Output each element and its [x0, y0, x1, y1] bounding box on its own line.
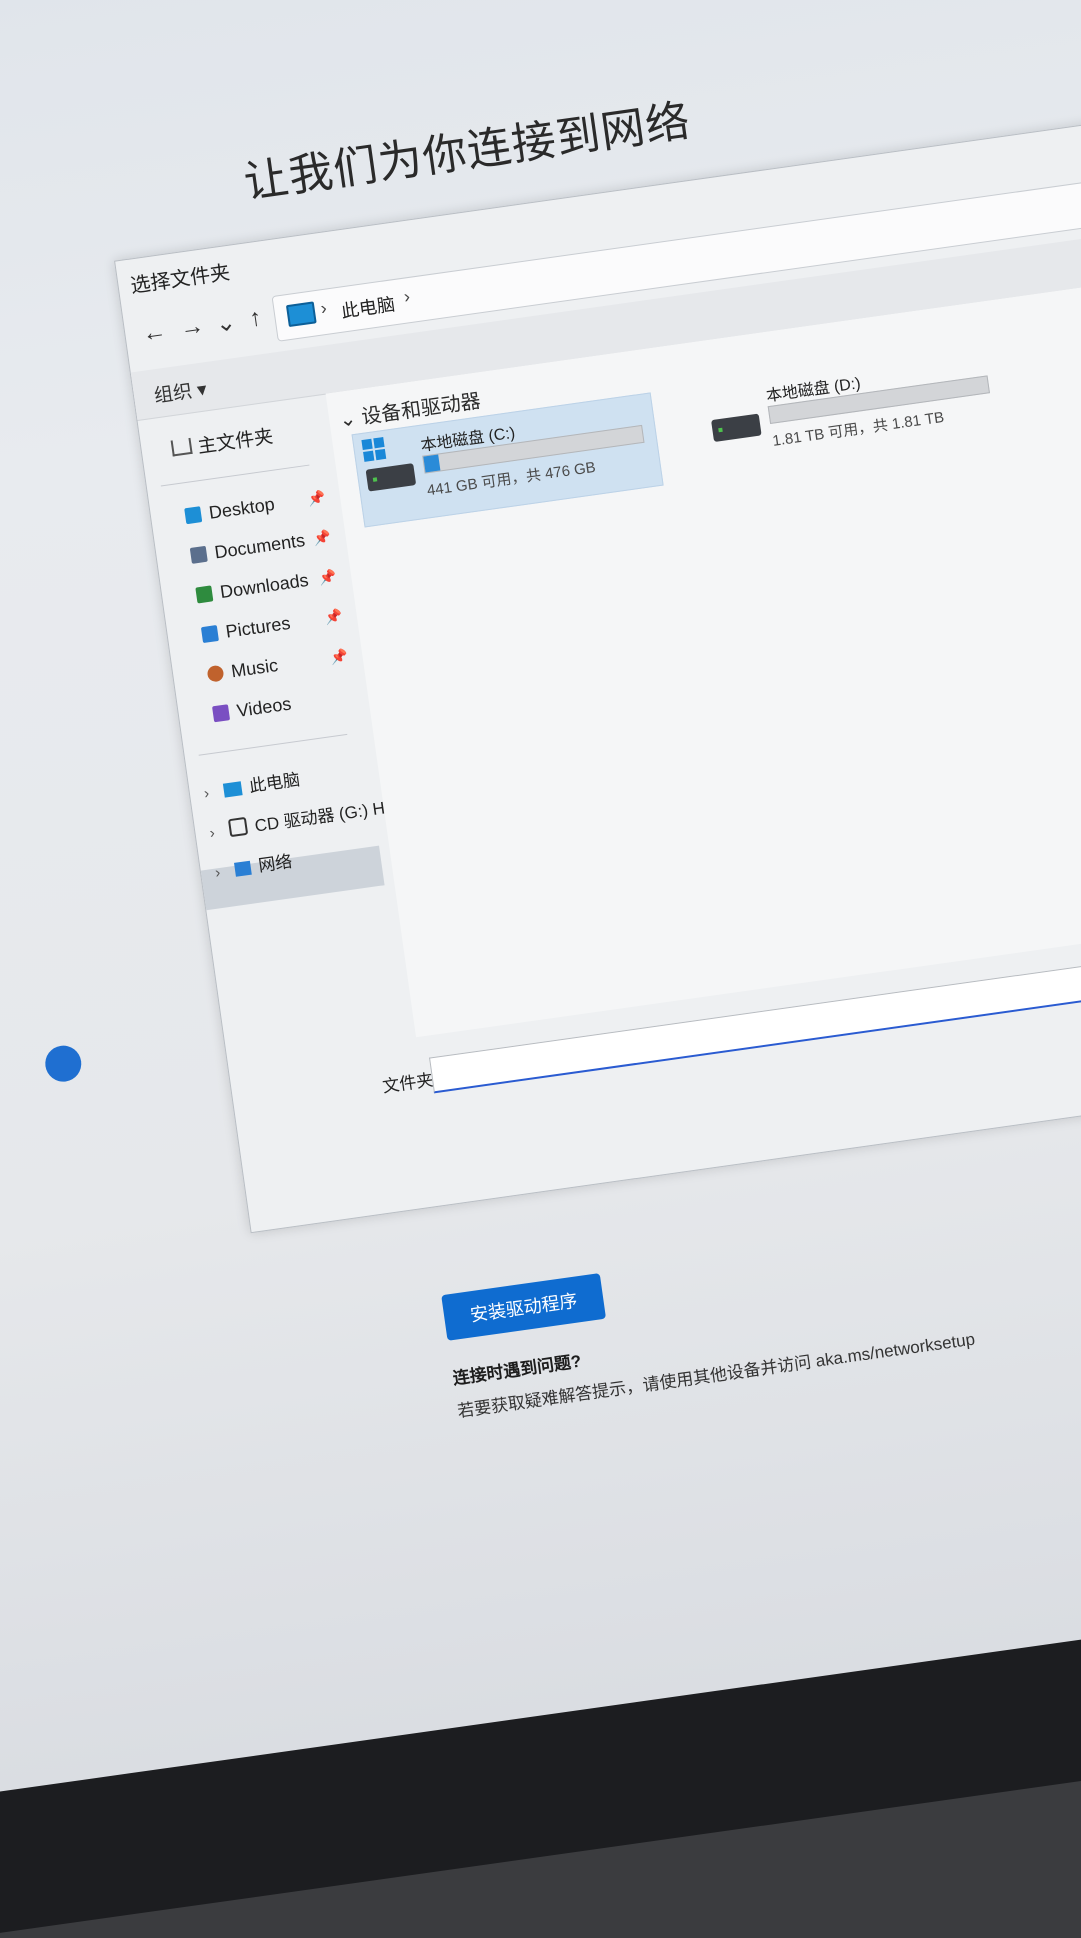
this-pc-icon	[222, 781, 243, 798]
videos-icon	[212, 704, 231, 723]
sidebar-item-desktop[interactable]: Desktop	[184, 494, 276, 527]
pin-icon[interactable]: 📌	[329, 647, 349, 666]
dialog-title: 选择文件夹	[129, 261, 232, 298]
this-pc-icon	[285, 301, 317, 328]
sidebar-item-pictures[interactable]: Pictures	[200, 612, 292, 646]
organize-button[interactable]: 组织 ▾	[152, 374, 208, 408]
sidebar-item-label: Desktop	[207, 493, 276, 523]
documents-icon	[189, 545, 208, 564]
hard-drive-icon	[711, 413, 762, 443]
progress-dot	[42, 1043, 84, 1084]
file-view: ⌄ 设备和驱动器 本地磁盘 (C:) 441 GB 可用，共 476 GB 本地…	[325, 275, 1081, 1038]
sidebar-item-music[interactable]: Music	[206, 655, 279, 686]
drive-tile-d[interactable]: 本地磁盘 (D:) 1.81 TB 可用，共 1.81 TB	[698, 344, 1008, 477]
drive-usage-fill	[768, 407, 772, 423]
screen: 让我们为你连接到网络 选择文件夹 ← → ⌄ ↑ › 此电脑 › 组织 ▾ 主文…	[0, 0, 1081, 1800]
pin-icon[interactable]: 📌	[313, 528, 333, 547]
up-button[interactable]: ↑	[239, 303, 273, 335]
sidebar-item-label: Pictures	[224, 612, 292, 642]
sidebar-item-downloads[interactable]: Downloads	[195, 570, 310, 607]
install-driver-button[interactable]: 安装驱动程序	[441, 1273, 607, 1341]
folder-picker-dialog: 选择文件夹 ← → ⌄ ↑ › 此电脑 › 组织 ▾ 主文件夹 Desktop …	[114, 115, 1081, 1234]
sidebar-item-documents[interactable]: Documents	[189, 530, 306, 567]
sidebar-item-label: Videos	[235, 693, 293, 721]
desktop-icon	[184, 506, 203, 525]
hard-drive-icon	[365, 463, 417, 492]
pictures-icon	[200, 625, 219, 644]
tree-item-label: 网络	[257, 851, 294, 876]
breadcrumb-this-pc[interactable]: 此电脑	[339, 290, 396, 323]
tree-item-label: 此电脑	[247, 770, 302, 796]
network-icon	[233, 860, 252, 877]
sidebar-divider	[198, 733, 348, 756]
sidebar-item-label: Downloads	[218, 569, 310, 603]
sidebar-item-home[interactable]: 主文件夹	[170, 421, 275, 462]
tree-item-cd-drive[interactable]: › CD 驱动器 (G:) HP	[208, 792, 398, 843]
pin-icon[interactable]: 📌	[307, 489, 327, 508]
sidebar-divider	[160, 464, 310, 487]
monitor-bezel: 让我们为你连接到网络 选择文件夹 ← → ⌄ ↑ › 此电脑 › 组织 ▾ 主文…	[0, 0, 1081, 1938]
tree-item-label: CD 驱动器 (G:) HP	[253, 796, 398, 836]
breadcrumb-separator[interactable]: ›	[402, 286, 411, 308]
forward-button[interactable]: →	[175, 312, 209, 344]
chevron-right-icon[interactable]: ›	[203, 785, 210, 803]
chevron-right-icon[interactable]: ›	[214, 864, 221, 882]
sidebar-item-label: Music	[229, 654, 280, 682]
breadcrumb-separator: ›	[319, 297, 329, 319]
music-icon	[206, 664, 225, 683]
windows-logo-icon	[361, 437, 387, 462]
cd-drive-icon	[227, 816, 248, 838]
sidebar-item-label: Documents	[213, 530, 307, 563]
home-icon	[170, 437, 193, 457]
pin-icon[interactable]: 📌	[318, 568, 338, 587]
chevron-down-icon: ⌄	[337, 407, 358, 432]
pin-icon[interactable]: 📌	[324, 608, 344, 627]
recent-locations-button[interactable]: ⌄	[209, 307, 243, 340]
tree-item-this-pc[interactable]: › 此电脑	[202, 765, 301, 803]
chevron-right-icon[interactable]: ›	[209, 824, 216, 842]
downloads-icon	[195, 585, 214, 604]
drive-usage-fill	[423, 454, 441, 473]
back-button[interactable]: ←	[138, 317, 172, 349]
sidebar-item-label: 主文件夹	[196, 426, 275, 458]
sidebar-item-videos[interactable]: Videos	[212, 694, 293, 726]
